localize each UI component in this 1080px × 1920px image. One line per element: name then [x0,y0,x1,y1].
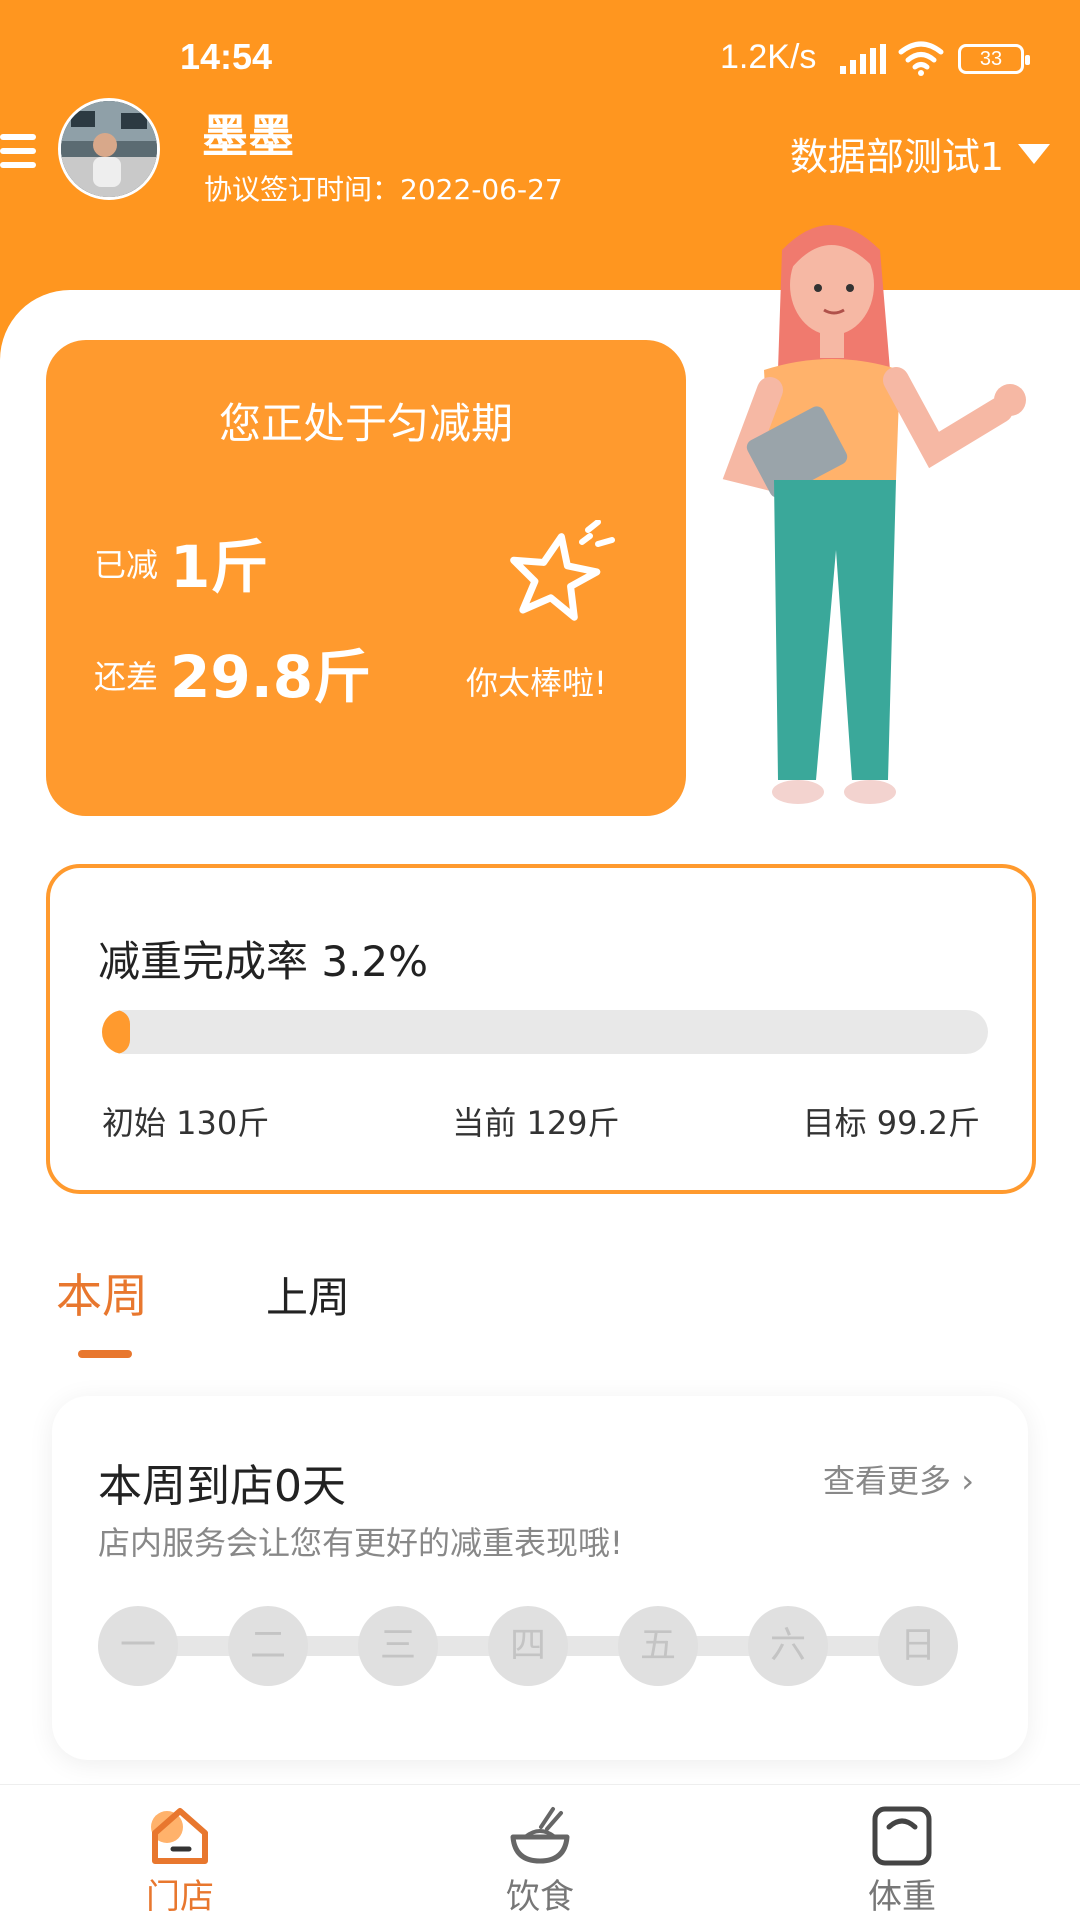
department-label: 数据部测试1 [789,135,1004,179]
tab-last-week[interactable]: 上周 [266,1264,350,1325]
menu-icon[interactable] [0,134,36,168]
view-more-link[interactable]: 查看更多 › [823,1456,974,1502]
network-speed: 1.2K/s [720,38,817,76]
department-selector[interactable]: 数据部测试1 [790,126,1050,181]
bowl-icon [510,1807,570,1864]
phase-status-card: 您正处于匀减期 已减 1斤 还差 29.8斤 你太棒啦! [46,340,686,816]
wifi-icon [898,41,944,76]
day-fri: 五 [618,1606,698,1686]
target-weight: 目标 99.2斤 [802,1104,980,1142]
weekday-tracker: 一 二 三 四 五 六 日 [98,1606,958,1686]
caret-down-icon [1018,143,1050,164]
completion-rate-title: 减重完成率 3.2% [98,937,429,986]
character-illustration [722,225,1026,804]
status-time: 14:54 [180,36,273,77]
lost-value: 1斤 [170,533,269,601]
day-sun: 日 [878,1606,958,1686]
remain-label: 还差 [94,658,159,696]
day-thu: 四 [488,1606,568,1686]
store-visit-card: 本周到店0天 查看更多 › 店内服务会让您有更好的减重表现哦! 一 二 三 四 … [52,1396,1028,1760]
cheer-text: 你太棒啦! [466,664,607,702]
nav-weight[interactable]: 体重 [832,1803,972,1918]
nav-store-label: 门店 [146,1877,214,1917]
star-icon [510,520,615,621]
user-name: 墨墨 [202,109,294,163]
tab-active-indicator [78,1350,132,1358]
visit-title: 本周到店0天 [98,1461,346,1512]
phase-title: 您正处于匀减期 [218,399,513,448]
lost-label: 已减 [94,546,159,584]
nav-diet-label: 饮食 [506,1877,574,1917]
nav-store[interactable]: 门店 [110,1803,250,1918]
day-tue: 二 [228,1606,308,1686]
battery-icon: 33 [958,44,1030,74]
visit-subtitle: 店内服务会让您有更好的减重表现哦! [98,1524,623,1562]
scale-icon [872,1806,932,1866]
day-mon: 一 [98,1606,178,1686]
progress-bar [102,1010,988,1054]
tab-this-week[interactable]: 本周 [56,1260,148,1326]
day-wed: 三 [358,1606,438,1686]
day-sat: 六 [748,1606,828,1686]
progress-bar-fill [102,1010,131,1054]
progress-labels: 初始 130斤 当前 129斤 目标 99.2斤 [102,1098,980,1144]
signal-icon [840,44,886,74]
store-icon [151,1808,208,1864]
avatar[interactable] [58,98,160,200]
bottom-navigation: 门店 饮食 体重 [0,1784,1080,1920]
initial-weight: 初始 130斤 [102,1104,270,1142]
nav-weight-label: 体重 [868,1877,936,1917]
remain-value: 29.8斤 [170,643,372,711]
weight-loss-progress-card: 减重完成率 3.2% 初始 130斤 当前 129斤 目标 99.2斤 [46,864,1036,1194]
nav-diet[interactable]: 饮食 [470,1803,610,1918]
current-weight: 当前 129斤 [452,1104,620,1142]
contract-date: 协议签订时间：2022-06-27 [204,173,563,206]
